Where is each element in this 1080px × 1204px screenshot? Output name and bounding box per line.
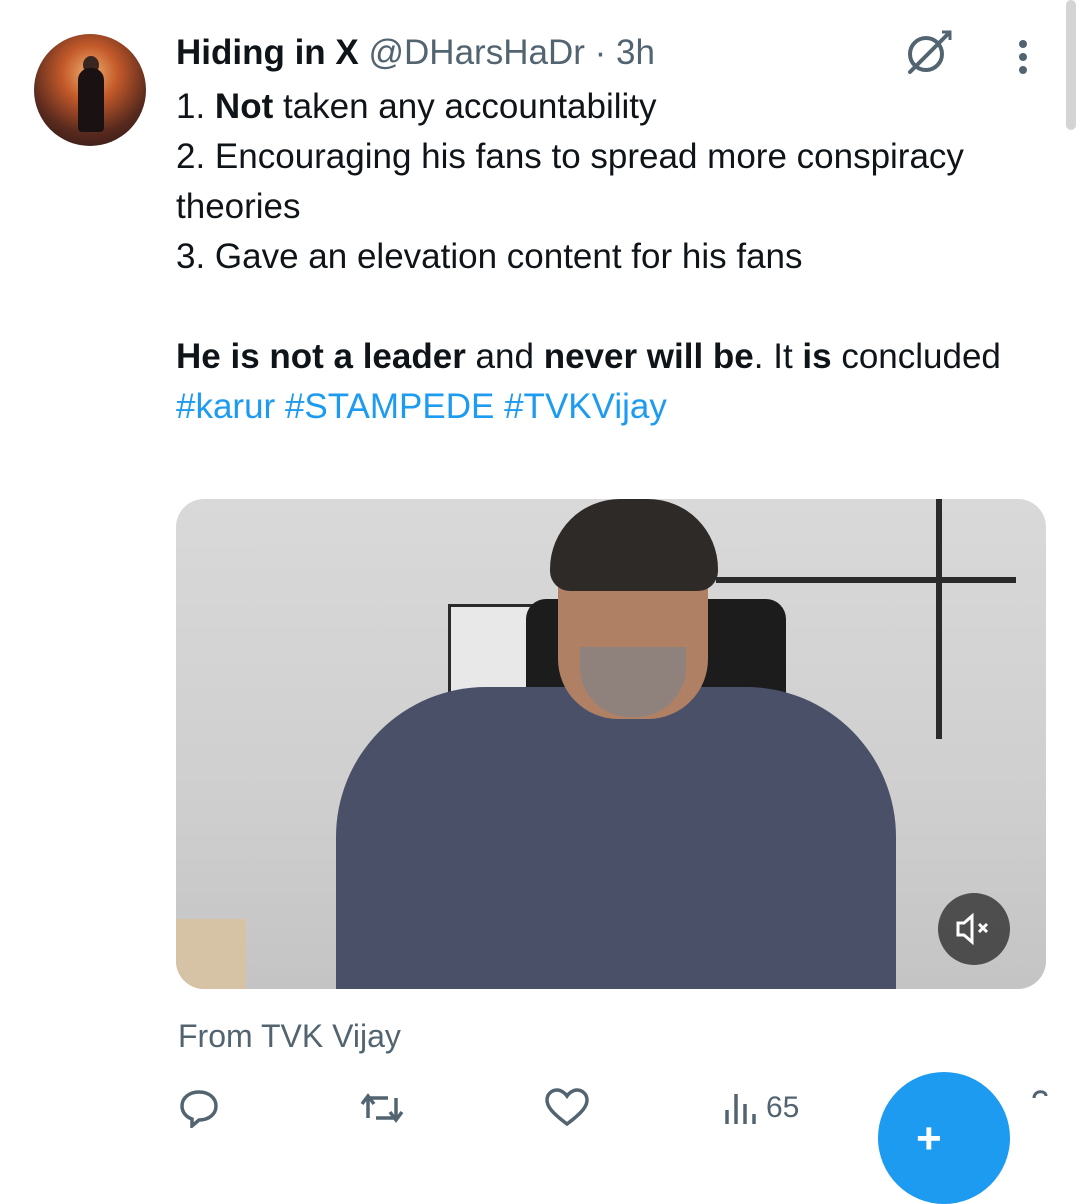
tweet-header: Hiding in X @DHarsHaDr · 3h [176,28,655,78]
avatar[interactable] [34,34,146,146]
hashtag-stampede[interactable]: #STAMPEDE [285,387,494,426]
reply-icon[interactable] [178,1088,220,1128]
views-icon [725,1094,756,1124]
speaker-muted-icon [956,912,989,946]
tweet-line-3: 3. Gave an elevation content for his fan… [176,237,803,276]
post-time[interactable]: 3h [616,33,655,72]
hashtag-karur[interactable]: #karur [176,387,275,426]
scrollbar[interactable] [1066,0,1076,130]
tweet-line-4: He is not a leader and never will be. It… [176,337,1001,376]
hashtag-line: #karur #STAMPEDE #TVKVijay [176,382,1046,432]
video-source-label[interactable]: From TVK Vijay [178,1014,401,1058]
views-button[interactable]: 65 [722,1088,799,1128]
tweet-line-1: 1. Not taken any accountability [176,87,657,126]
hashtag-tvkvijay[interactable]: #TVKVijay [504,387,667,426]
author-name[interactable]: Hiding in X [176,33,359,72]
avatar-figure [78,68,104,132]
separator-dot: · [594,33,607,72]
mute-button[interactable] [938,893,1010,965]
desk-edge [176,919,246,989]
tweet-text: 1. Not taken any accountability 2. Encou… [176,82,1046,432]
share-icon[interactable] [1030,1084,1052,1106]
person-hair [550,499,718,591]
author-handle[interactable]: @DHarsHaDr [369,33,585,72]
compose-button[interactable]: + [878,1072,1010,1204]
more-options-icon[interactable] [1008,36,1038,80]
heart-icon[interactable] [545,1088,589,1128]
views-count: 65 [766,1091,800,1124]
shelf [936,499,1046,739]
tweet-line-2: 2. Encouraging his fans to spread more c… [176,137,964,226]
video-player[interactable] [176,499,1046,989]
person-body [336,687,896,989]
grok-icon[interactable] [902,28,956,76]
compose-icon: + [916,1114,942,1163]
repost-icon[interactable] [358,1088,406,1128]
